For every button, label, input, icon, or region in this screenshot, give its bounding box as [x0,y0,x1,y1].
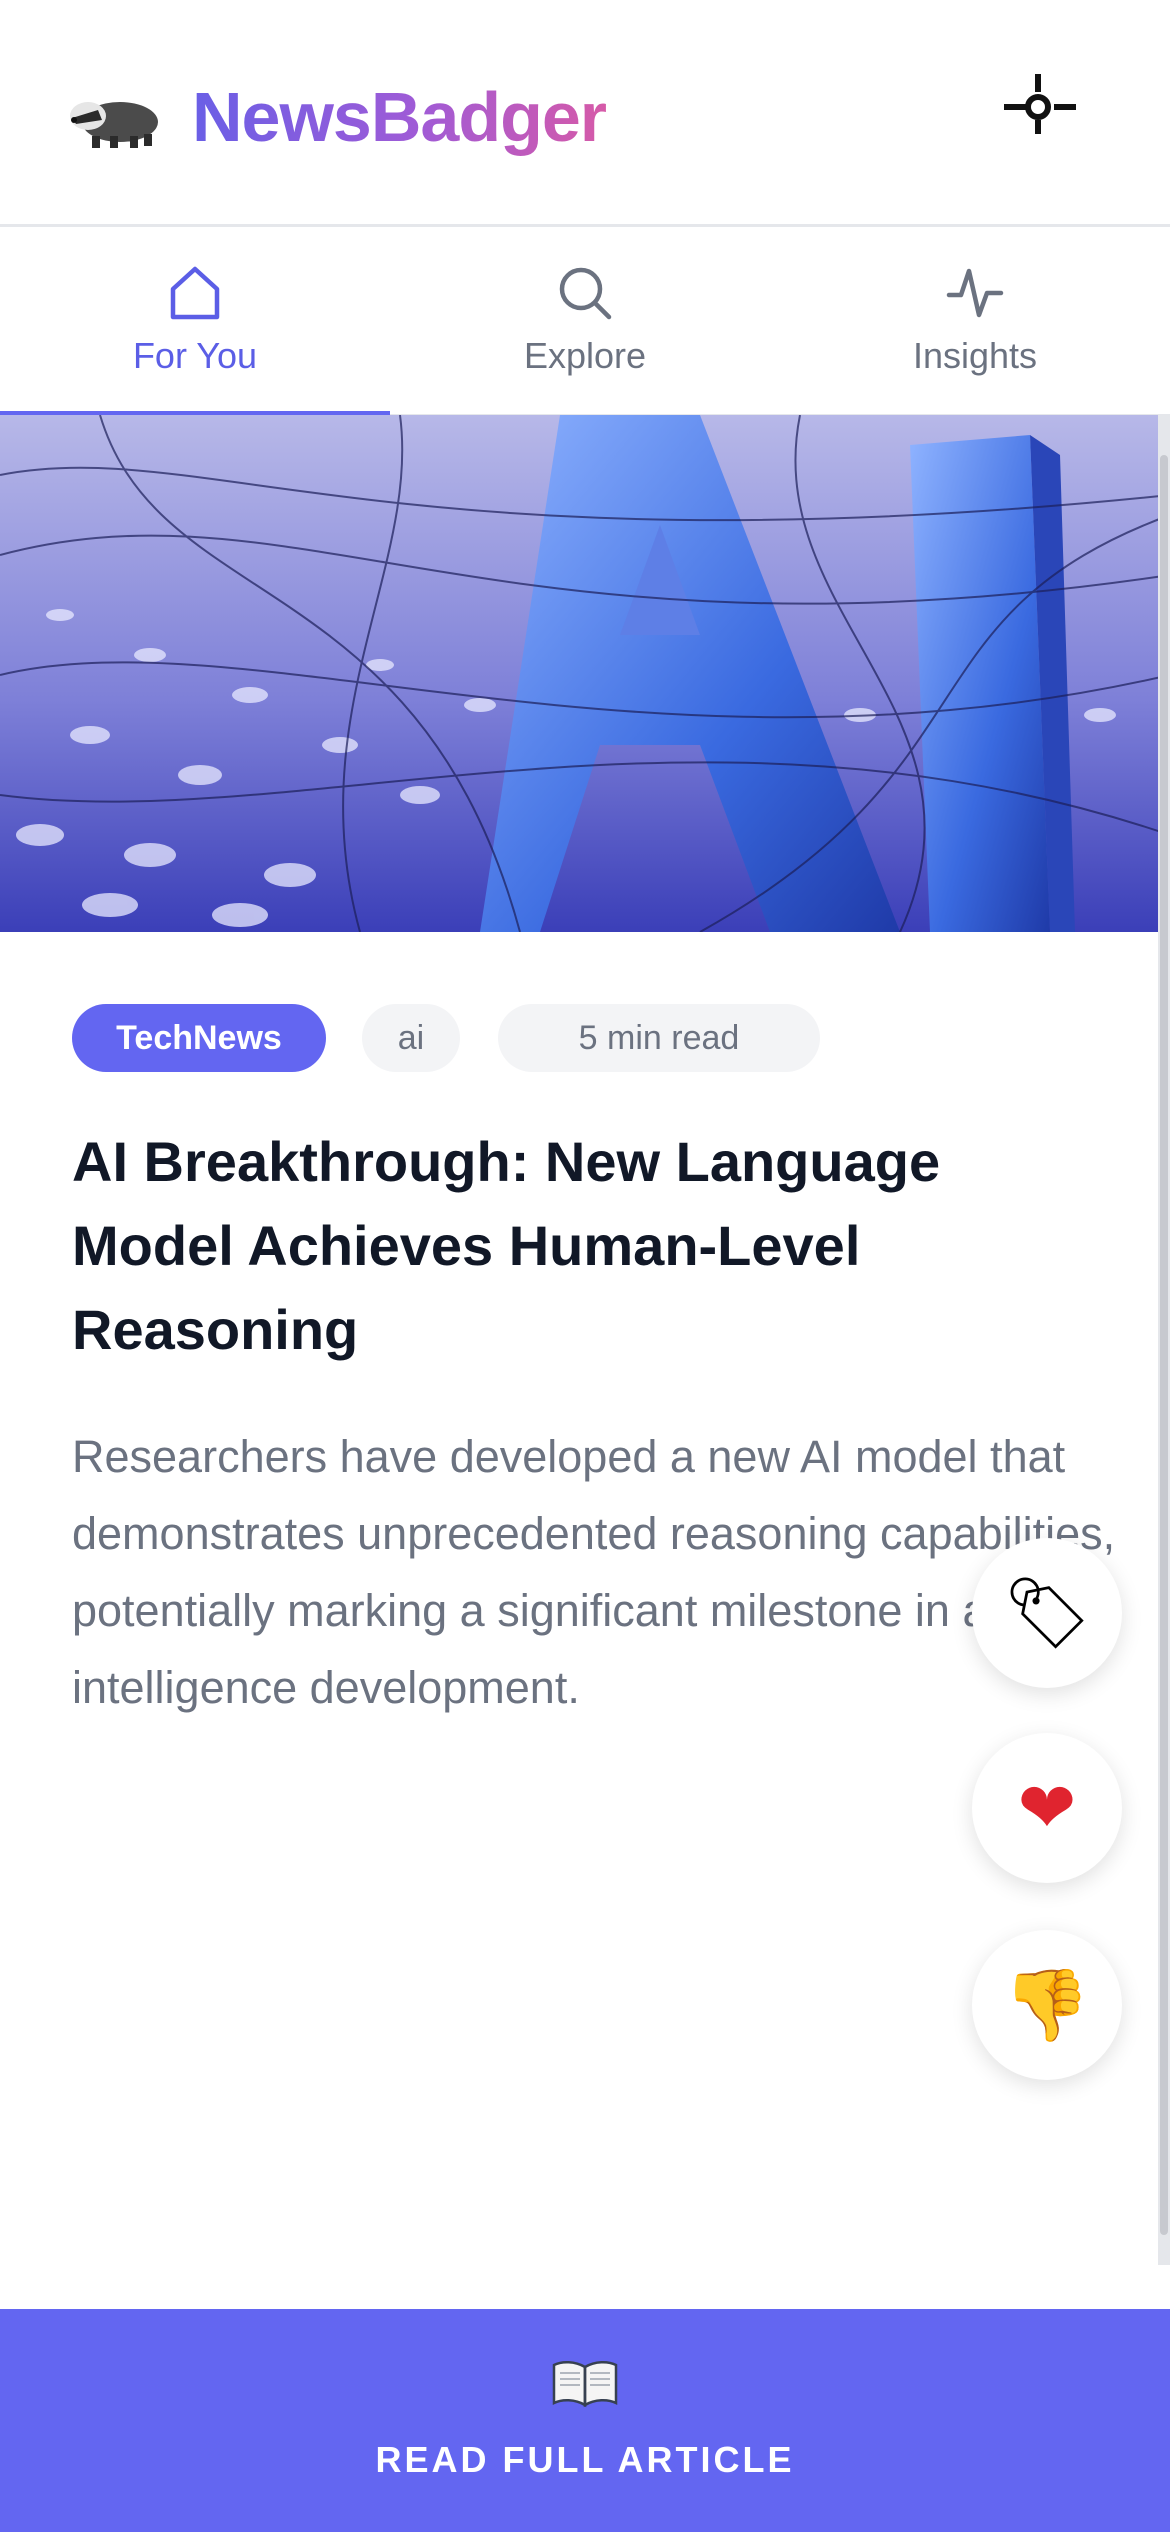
read-full-article-label: READ FULL ARTICLE [375,2439,795,2480]
open-book-icon [552,2361,618,2408]
app-title: NewsBadger [192,72,607,162]
like-button[interactable]: ❤ [972,1733,1122,1883]
search-icon [559,267,612,320]
dislike-button[interactable]: 👎 [972,1930,1122,2080]
ai-hero-illustration [0,415,1170,932]
scrollbar[interactable] [1158,415,1170,2265]
tab-for-you[interactable]: For You [0,227,390,417]
heart-icon: ❤ [1017,1769,1077,1847]
read-full-article-button[interactable]: READ FULL ARTICLE [0,2309,1170,2532]
article-summary: Researchers have developed a new AI mode… [72,1431,1116,1713]
article-headline: AI Breakthrough: New Language Model Achi… [72,1130,941,1361]
tab-label: Insights [912,335,1038,376]
tab-label: Explore [523,335,647,376]
tab-label: For You [132,335,258,376]
crosshair-icon[interactable] [1000,70,1080,150]
topic-tag[interactable]: ai [362,1004,460,1072]
badger-logo-icon [70,102,158,148]
tab-insights[interactable]: Insights [780,227,1170,414]
tab-explore[interactable]: Explore [390,227,780,414]
app-header: NewsBadger [0,0,1170,227]
tag-icon: 🏷 [1002,1574,1092,1652]
article-hero-image[interactable] [0,415,1170,932]
home-icon [170,266,220,320]
tag-button[interactable]: 🏷 [972,1538,1122,1688]
source-tag[interactable]: TechNews [72,1004,326,1072]
scrollbar-thumb[interactable] [1160,455,1168,2235]
read-time-badge: 5 min read [498,1004,820,1072]
thumbs-down-icon: 👎 [1003,1966,1091,2044]
tab-bar: For You Explore Insights [0,227,1170,417]
activity-icon [946,268,1004,318]
